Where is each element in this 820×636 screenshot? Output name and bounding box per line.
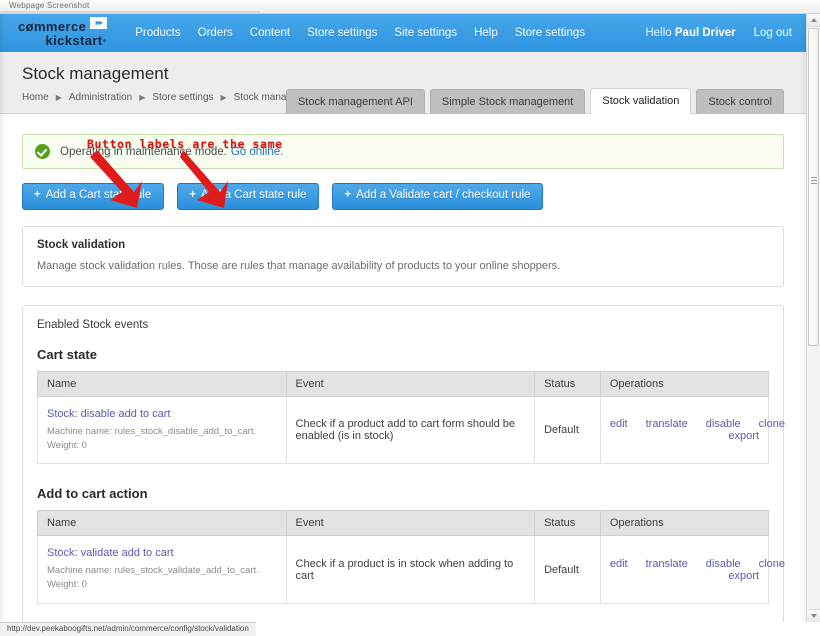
column-header-operations: Operations: [599, 510, 770, 537]
tab-stock-control[interactable]: Stock control: [696, 88, 784, 114]
scroll-down-arrow-icon[interactable]: [807, 609, 820, 622]
rule-name-cell: Stock: disable add to cart Machine name:…: [37, 396, 287, 465]
op-export[interactable]: export: [728, 570, 759, 582]
section-title-add-to-cart-action: Add to cart action: [37, 486, 148, 502]
breadcrumb-separator-icon: ▶: [139, 93, 146, 102]
op-export[interactable]: export: [728, 430, 759, 442]
column-header-name: Name: [37, 370, 287, 397]
scrollbar-grip-icon: [811, 177, 817, 184]
rule-link[interactable]: Stock: disable add to cart: [47, 408, 277, 420]
column-header-status: Status: [534, 510, 601, 537]
rule-event-cell: Check if a product is in stock when addi…: [285, 535, 536, 605]
double-chevron-right-icon: ▸▸: [90, 16, 108, 29]
column-header-event: Event: [285, 370, 536, 397]
op-edit[interactable]: edit: [610, 558, 628, 570]
op-clone[interactable]: clone: [759, 558, 785, 570]
column-header-event: Event: [285, 510, 536, 537]
add-to-cart-action-table: Name Event Status Operations Stock: vali…: [37, 510, 785, 605]
rule-machine-name: Machine name: rules_stock_validate_add_t…: [47, 565, 259, 591]
greeting-text: Hello: [645, 27, 672, 39]
nav-item-orders[interactable]: Orders: [198, 27, 233, 39]
column-header-operations: Operations: [599, 370, 770, 397]
page-header: Stock management Home ▶ Administration ▶…: [0, 52, 806, 114]
column-header-name: Name: [37, 510, 287, 537]
browser-chrome-strip: Webpage Screenshot: [0, 0, 820, 14]
op-translate[interactable]: translate: [646, 418, 688, 430]
vertical-scrollbar[interactable]: [806, 14, 820, 622]
screenshot-canvas: Webpage Screenshot cømmerce ▸▸ kickstart·…: [0, 0, 820, 636]
nav-item-site-settings[interactable]: Site settings: [394, 27, 457, 39]
cart-state-table: Name Event Status Operations Stock: disa…: [37, 370, 785, 465]
panel-description: Manage stock validation rules. Those are…: [37, 259, 561, 272]
nav-item-store-settings-2[interactable]: Store settings: [515, 27, 585, 39]
op-disable[interactable]: disable: [706, 418, 741, 430]
tab-bar: Stock management API Simple Stock manage…: [281, 87, 784, 114]
annotation-text: Button labels are the same: [87, 137, 283, 151]
plus-icon: +: [34, 189, 41, 201]
main-content: Button labels are the same Operating in …: [0, 134, 806, 622]
page-title: Stock management: [22, 64, 169, 83]
plus-icon: +: [344, 189, 352, 201]
table-header-row: Name Event Status Operations: [37, 510, 770, 537]
op-edit[interactable]: edit: [610, 418, 628, 430]
browser-tab-label: Webpage Screenshot: [9, 1, 90, 10]
panel-title: Stock validation: [37, 238, 126, 251]
table-row: Stock: disable add to cart Machine name:…: [37, 396, 785, 465]
rule-machine-name: Machine name: rules_stock_disable_add_to…: [47, 425, 257, 451]
rule-event-cell: Check if a product add to cart form shou…: [285, 396, 536, 465]
breadcrumb-separator-icon: ▶: [55, 93, 62, 102]
logo-text-secondary: kickstart·: [45, 32, 108, 48]
tab-stock-validation[interactable]: Stock validation: [590, 87, 692, 114]
rule-link[interactable]: Stock: validate add to cart: [47, 547, 277, 559]
annotation-arrow-left: [90, 150, 142, 208]
user-name: Paul Driver: [674, 27, 736, 39]
breadcrumb-separator-icon: ▶: [220, 93, 227, 102]
logo-text-primary: cømmerce: [18, 18, 87, 34]
top-navigation-bar: cømmerce ▸▸ kickstart· Products Orders Co…: [0, 14, 806, 52]
button-label: Add a Validate cart / checkout rule: [356, 189, 531, 201]
breadcrumb-item-store-settings[interactable]: Store settings: [152, 92, 213, 103]
rule-operations-cell: edit translate disable clone export: [599, 396, 785, 465]
tab-simple-stock-management[interactable]: Simple Stock management: [429, 88, 586, 114]
logout-link[interactable]: Log out: [754, 27, 792, 39]
scrollbar-thumb[interactable]: [808, 28, 819, 346]
table-header-row: Name Event Status Operations: [37, 370, 770, 397]
enabled-stock-events-panel: Enabled Stock events Cart state Name Eve…: [22, 304, 785, 622]
add-validate-cart-checkout-rule-button[interactable]: + Add a Validate cart / checkout rule: [332, 183, 544, 210]
op-disable[interactable]: disable: [706, 558, 741, 570]
rule-name-cell: Stock: validate add to cart Machine name…: [37, 535, 287, 605]
nav-item-help[interactable]: Help: [474, 27, 498, 39]
commerce-kickstart-logo[interactable]: cømmerce ▸▸ kickstart·: [18, 16, 108, 48]
nav-item-products[interactable]: Products: [135, 27, 180, 39]
rule-status-cell: Default: [534, 535, 601, 605]
page-viewport: cømmerce ▸▸ kickstart· Products Orders Co…: [0, 14, 806, 622]
greeting: Hello Paul Driver: [645, 27, 735, 39]
stock-validation-info-panel: Stock validation Manage stock validation…: [22, 225, 784, 287]
browser-status-bar: http://dev.peekaboogifts.net/admin/comme…: [0, 622, 256, 636]
breadcrumb-item-administration[interactable]: Administration: [69, 92, 132, 103]
column-header-status: Status: [534, 370, 601, 397]
enabled-stock-events-heading: Enabled Stock events: [37, 318, 149, 331]
op-clone[interactable]: clone: [759, 418, 785, 430]
annotation-arrow-right: [180, 150, 228, 208]
op-translate[interactable]: translate: [646, 558, 688, 570]
nav-item-store-settings[interactable]: Store settings: [307, 27, 377, 39]
scroll-up-arrow-icon[interactable]: [807, 14, 820, 27]
breadcrumb-item-home[interactable]: Home: [22, 92, 49, 103]
user-area: Hello Paul Driver Log out: [645, 27, 792, 39]
table-row: Stock: validate add to cart Machine name…: [37, 535, 785, 605]
check-circle-icon: [35, 144, 50, 159]
rule-status-cell: Default: [534, 396, 601, 465]
tab-stock-management-api[interactable]: Stock management API: [285, 88, 425, 114]
section-title-cart-state: Cart state: [37, 346, 97, 362]
nav-item-content[interactable]: Content: [250, 27, 290, 39]
rule-operations-cell: edit translate disable clone export: [599, 535, 785, 605]
